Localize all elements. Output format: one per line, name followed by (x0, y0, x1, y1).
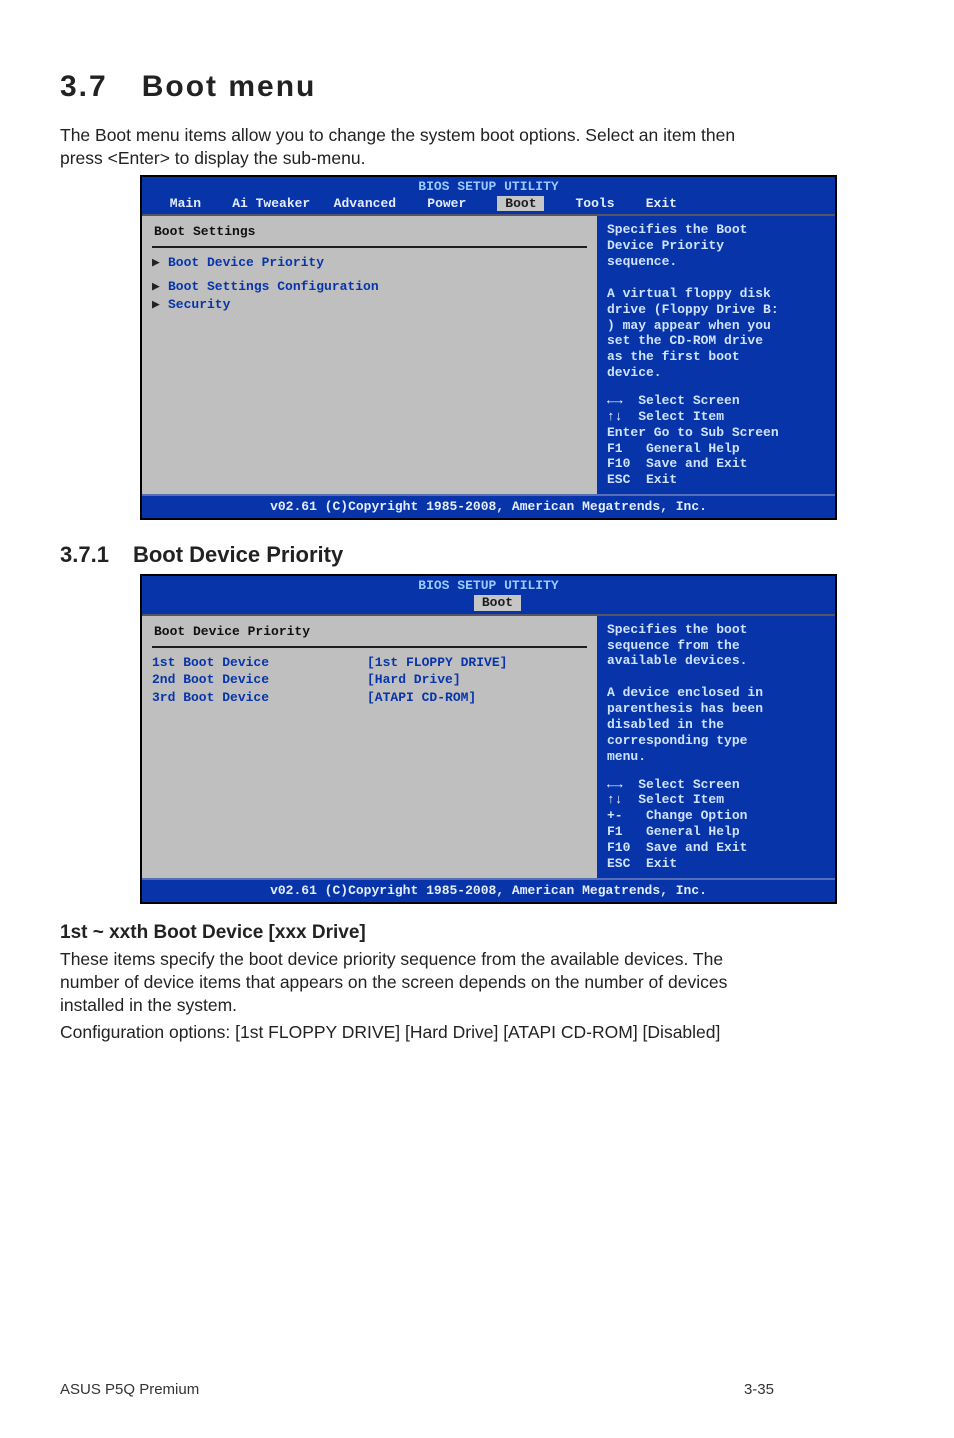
bios-right-panel: Specifies the Boot Device Priority seque… (597, 216, 835, 494)
bios-tab-boot: Boot (497, 196, 544, 212)
menu-item-label: Boot Settings Configuration (168, 279, 379, 295)
bios-tab-boot: Boot (474, 595, 521, 611)
setting-value: [ATAPI CD-ROM] (367, 690, 476, 706)
setting-row: 1st Boot Device [1st FLOPPY DRIVE] (152, 654, 587, 672)
bios-tab-bar: Boot (142, 594, 835, 614)
bios-left-panel: Boot Settings ▶ Boot Device Priority ▶ B… (142, 216, 597, 494)
bios-tab-main: Main (162, 196, 232, 212)
setting-label: 2nd Boot Device (152, 672, 367, 688)
menu-item: ▶ Boot Settings Configuration (152, 278, 587, 296)
subsection-number: 3.7.1 (60, 542, 109, 567)
menu-item: ▶ Boot Device Priority (152, 254, 587, 272)
body-paragraph: These items specify the boot device prio… (60, 948, 774, 1018)
bios-header: BIOS SETUP UTILITY (142, 177, 835, 195)
bios-left-panel: Boot Device Priority 1st Boot Device [1s… (142, 616, 597, 878)
setting-row: 3rd Boot Device [ATAPI CD-ROM] (152, 689, 587, 707)
bios-tab-power: Power (427, 196, 497, 212)
section-heading: 3.7 Boot menu (60, 70, 774, 104)
panel-title: Boot Settings (152, 222, 587, 248)
menu-item-label: Security (168, 297, 230, 313)
menu-item-label: Boot Device Priority (168, 255, 324, 271)
bios-tab-exit: Exit (646, 196, 685, 212)
setting-label: 1st Boot Device (152, 655, 367, 671)
bios-header: BIOS SETUP UTILITY (142, 576, 835, 594)
triangle-icon: ▶ (152, 255, 168, 271)
setting-value: [1st FLOPPY DRIVE] (367, 655, 507, 671)
footer-left: ASUS P5Q Premium (60, 1381, 199, 1398)
subsection-title: Boot Device Priority (133, 542, 343, 567)
menu-item: ▶ Security (152, 296, 587, 314)
section-number: 3.7 (60, 70, 108, 103)
setting-row: 2nd Boot Device [Hard Drive] (152, 671, 587, 689)
subsection-heading: 3.7.1 Boot Device Priority (60, 542, 774, 568)
footer-right: 3-35 (744, 1381, 774, 1398)
help-text: Specifies the boot sequence from the ava… (607, 622, 825, 765)
setting-label: 3rd Boot Device (152, 690, 367, 706)
tab-spacer (162, 595, 474, 611)
page-footer: ASUS P5Q Premium 3-35 (60, 1381, 774, 1398)
bios-screenshot-boot-priority: BIOS SETUP UTILITY Boot Boot Device Prio… (140, 574, 837, 903)
setting-value: [Hard Drive] (367, 672, 461, 688)
bios-screenshot-boot-menu: BIOS SETUP UTILITY Main Ai Tweaker Advan… (140, 175, 837, 520)
panel-title: Boot Device Priority (152, 622, 587, 648)
bios-tab-tools: Tools (544, 196, 645, 212)
bios-right-panel: Specifies the boot sequence from the ava… (597, 616, 835, 878)
intro-paragraph: The Boot menu items allow you to change … (60, 124, 774, 171)
bios-tab-bar: Main Ai Tweaker Advanced Power Boot Tool… (142, 195, 835, 215)
body-paragraph: Configuration options: [1st FLOPPY DRIVE… (60, 1021, 774, 1044)
bios-footer: v02.61 (C)Copyright 1985-2008, American … (142, 494, 835, 518)
triangle-icon: ▶ (152, 297, 168, 313)
key-hints: ←→ Select Screen ↑↓ Select Item +- Chang… (607, 777, 825, 872)
triangle-icon: ▶ (152, 279, 168, 295)
section-title: Boot menu (142, 70, 317, 103)
sub-heading: 1st ~ xxth Boot Device [xxx Drive] (60, 922, 774, 944)
bios-tab-aitweaker: Ai Tweaker (232, 196, 333, 212)
bios-tab-advanced: Advanced (334, 196, 428, 212)
bios-footer: v02.61 (C)Copyright 1985-2008, American … (142, 878, 835, 902)
key-hints: ←→ Select Screen ↑↓ Select Item Enter Go… (607, 393, 825, 488)
help-text: Specifies the Boot Device Priority seque… (607, 222, 825, 381)
